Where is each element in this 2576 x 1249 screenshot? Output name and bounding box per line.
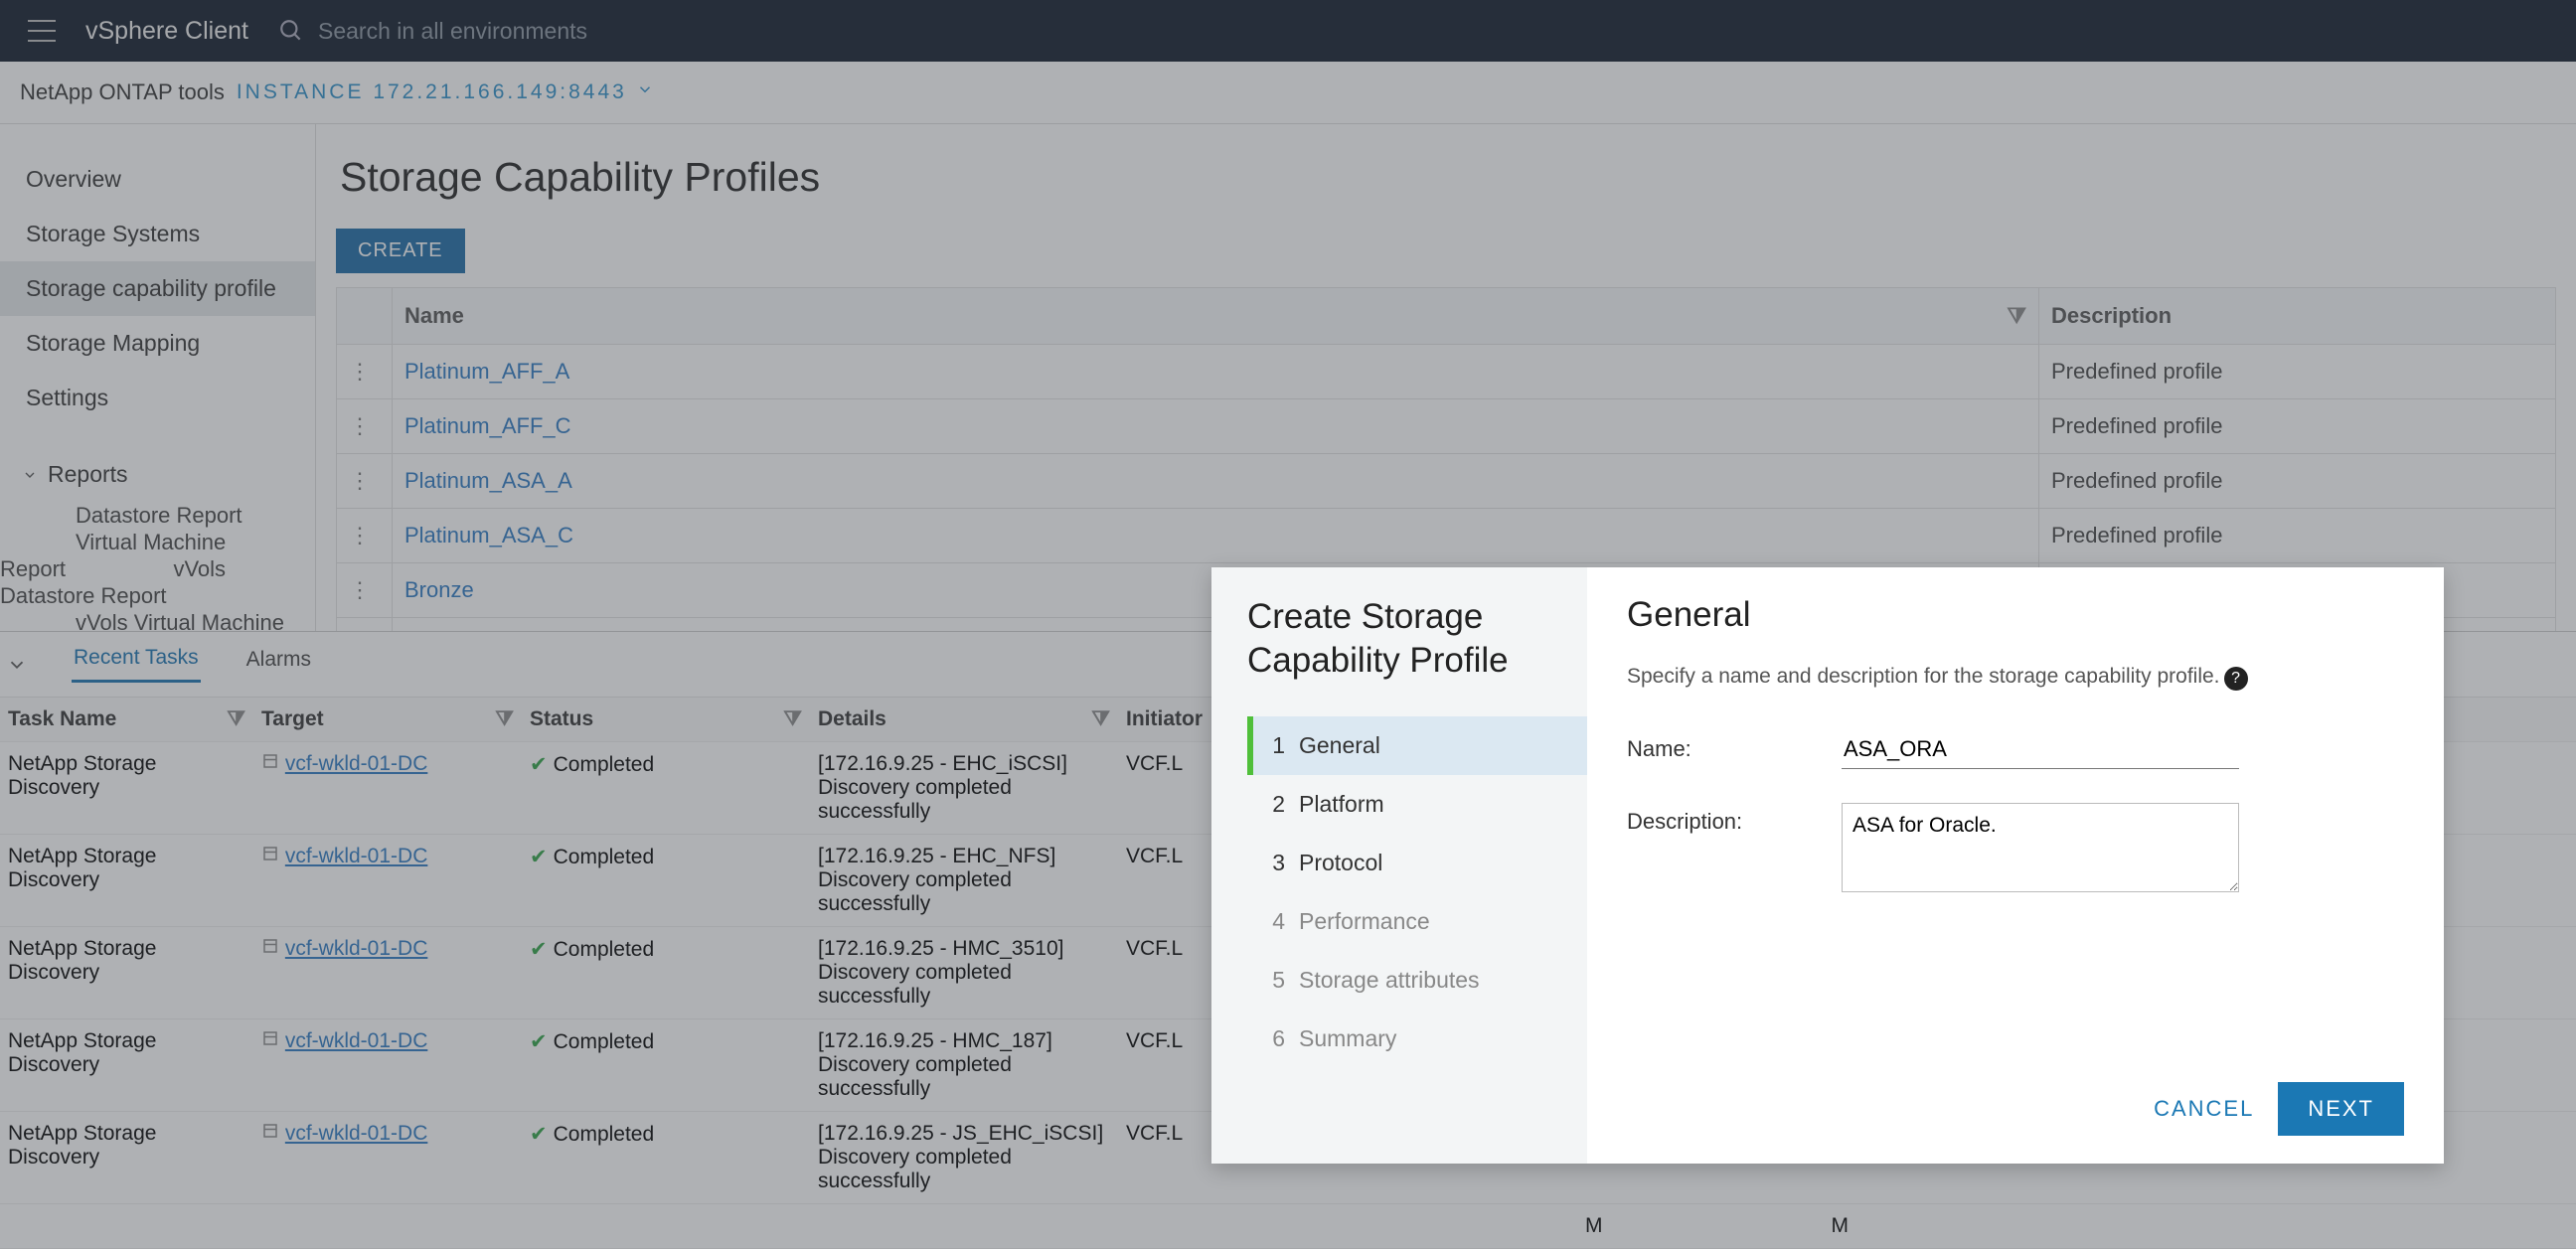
create-profile-modal: Create Storage Capability Profile 1Gener…: [1211, 567, 2444, 1164]
name-label: Name:: [1627, 730, 1842, 762]
wizard-title: Create Storage Capability Profile: [1247, 595, 1587, 683]
wizard-step-general[interactable]: 1General: [1247, 716, 1587, 775]
wizard-actions: CANCEL NEXT: [2154, 1082, 2404, 1136]
name-row: Name:: [1627, 730, 2404, 769]
wizard-body: General Specify a name and description f…: [1587, 567, 2444, 1164]
step-heading: General: [1627, 595, 2404, 635]
wizard-step-performance: 4Performance: [1247, 892, 1587, 951]
description-label: Description:: [1627, 803, 1842, 835]
wizard-step-storage-attributes: 5Storage attributes: [1247, 951, 1587, 1010]
wizard-steps: 1General2Platform3Protocol4Performance5S…: [1247, 716, 1587, 1068]
wizard-sidebar: Create Storage Capability Profile 1Gener…: [1211, 567, 1587, 1164]
description-row: Description:: [1627, 803, 2404, 892]
next-button[interactable]: NEXT: [2278, 1082, 2404, 1136]
help-icon[interactable]: ?: [2224, 667, 2248, 691]
wizard-step-summary: 6Summary: [1247, 1010, 1587, 1068]
wizard-step-protocol[interactable]: 3Protocol: [1247, 834, 1587, 892]
name-input[interactable]: [1842, 730, 2239, 769]
step-description: Specify a name and description for the s…: [1627, 665, 2404, 691]
description-input[interactable]: [1842, 803, 2239, 892]
wizard-step-platform[interactable]: 2Platform: [1247, 775, 1587, 834]
cancel-button[interactable]: CANCEL: [2154, 1096, 2254, 1122]
